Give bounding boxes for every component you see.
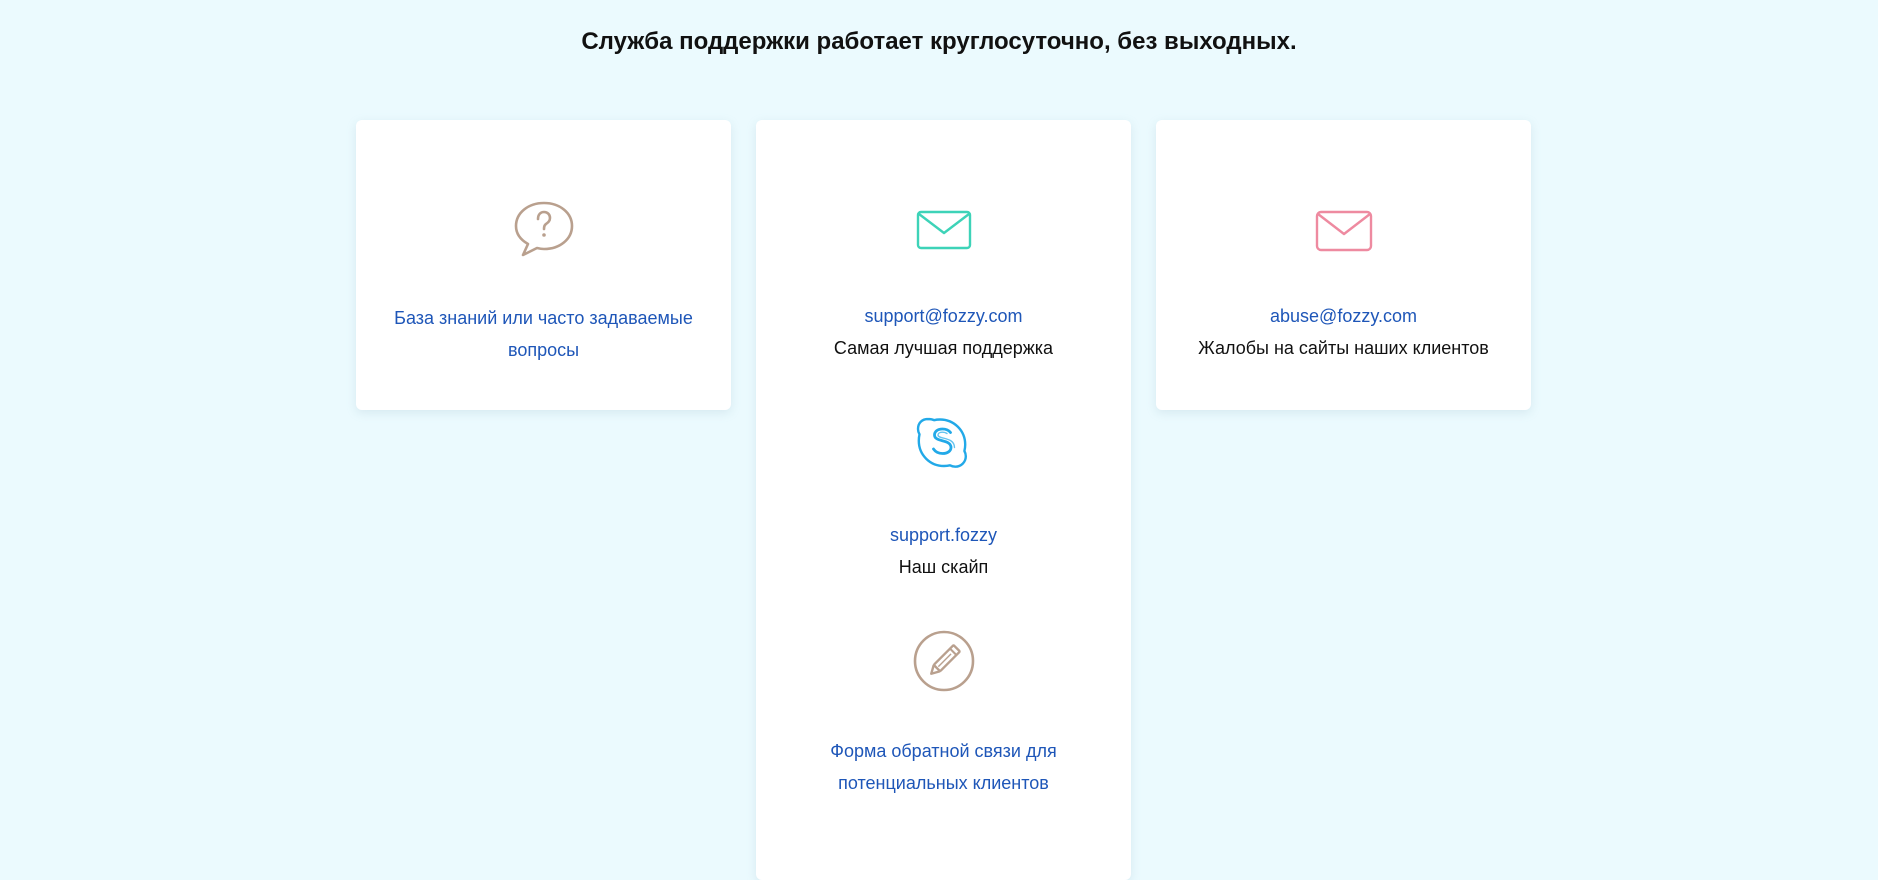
feedback-form-block: Форма обратной связи для потенциальных к… [756,629,1131,799]
page-title: Служба поддержки работает круглосуточно,… [581,28,1297,55]
support-skype-link[interactable]: support.fozzy [756,519,1131,551]
knowledge-base-link[interactable]: База знаний или часто задаваемые вопросы [356,302,731,366]
abuse-card: abuse@fozzy.com Жалобы на сайты наших кл… [1156,120,1531,410]
skype-icon [916,417,967,468]
envelope-icon [916,210,971,250]
envelope-icon [1315,210,1372,252]
knowledge-base-card: База знаний или часто задаваемые вопросы [356,120,731,410]
support-email-block: support@fozzy.com Самая лучшая поддержка [756,210,1131,364]
support-skype-block: support.fozzy Наш скайп [756,415,1131,583]
support-email-link[interactable]: support@fozzy.com [756,300,1131,332]
abuse-email-block: abuse@fozzy.com Жалобы на сайты наших кл… [1156,210,1531,364]
support-contacts-card: support@fozzy.com Самая лучшая поддержка… [756,120,1131,880]
support-email-description: Самая лучшая поддержка [833,338,1054,358]
feedback-form-link[interactable]: Форма обратной связи для потенциальных к… [756,735,1131,799]
support-skype-description: Наш скайп [898,557,989,577]
abuse-email-link[interactable]: abuse@fozzy.com [1156,300,1531,332]
abuse-email-description: Жалобы на сайты наших клиентов [1198,338,1489,358]
pencil-circle-icon [913,630,974,692]
question-bubble-icon [514,201,573,257]
knowledge-base-block: База знаний или часто задаваемые вопросы [356,200,731,366]
